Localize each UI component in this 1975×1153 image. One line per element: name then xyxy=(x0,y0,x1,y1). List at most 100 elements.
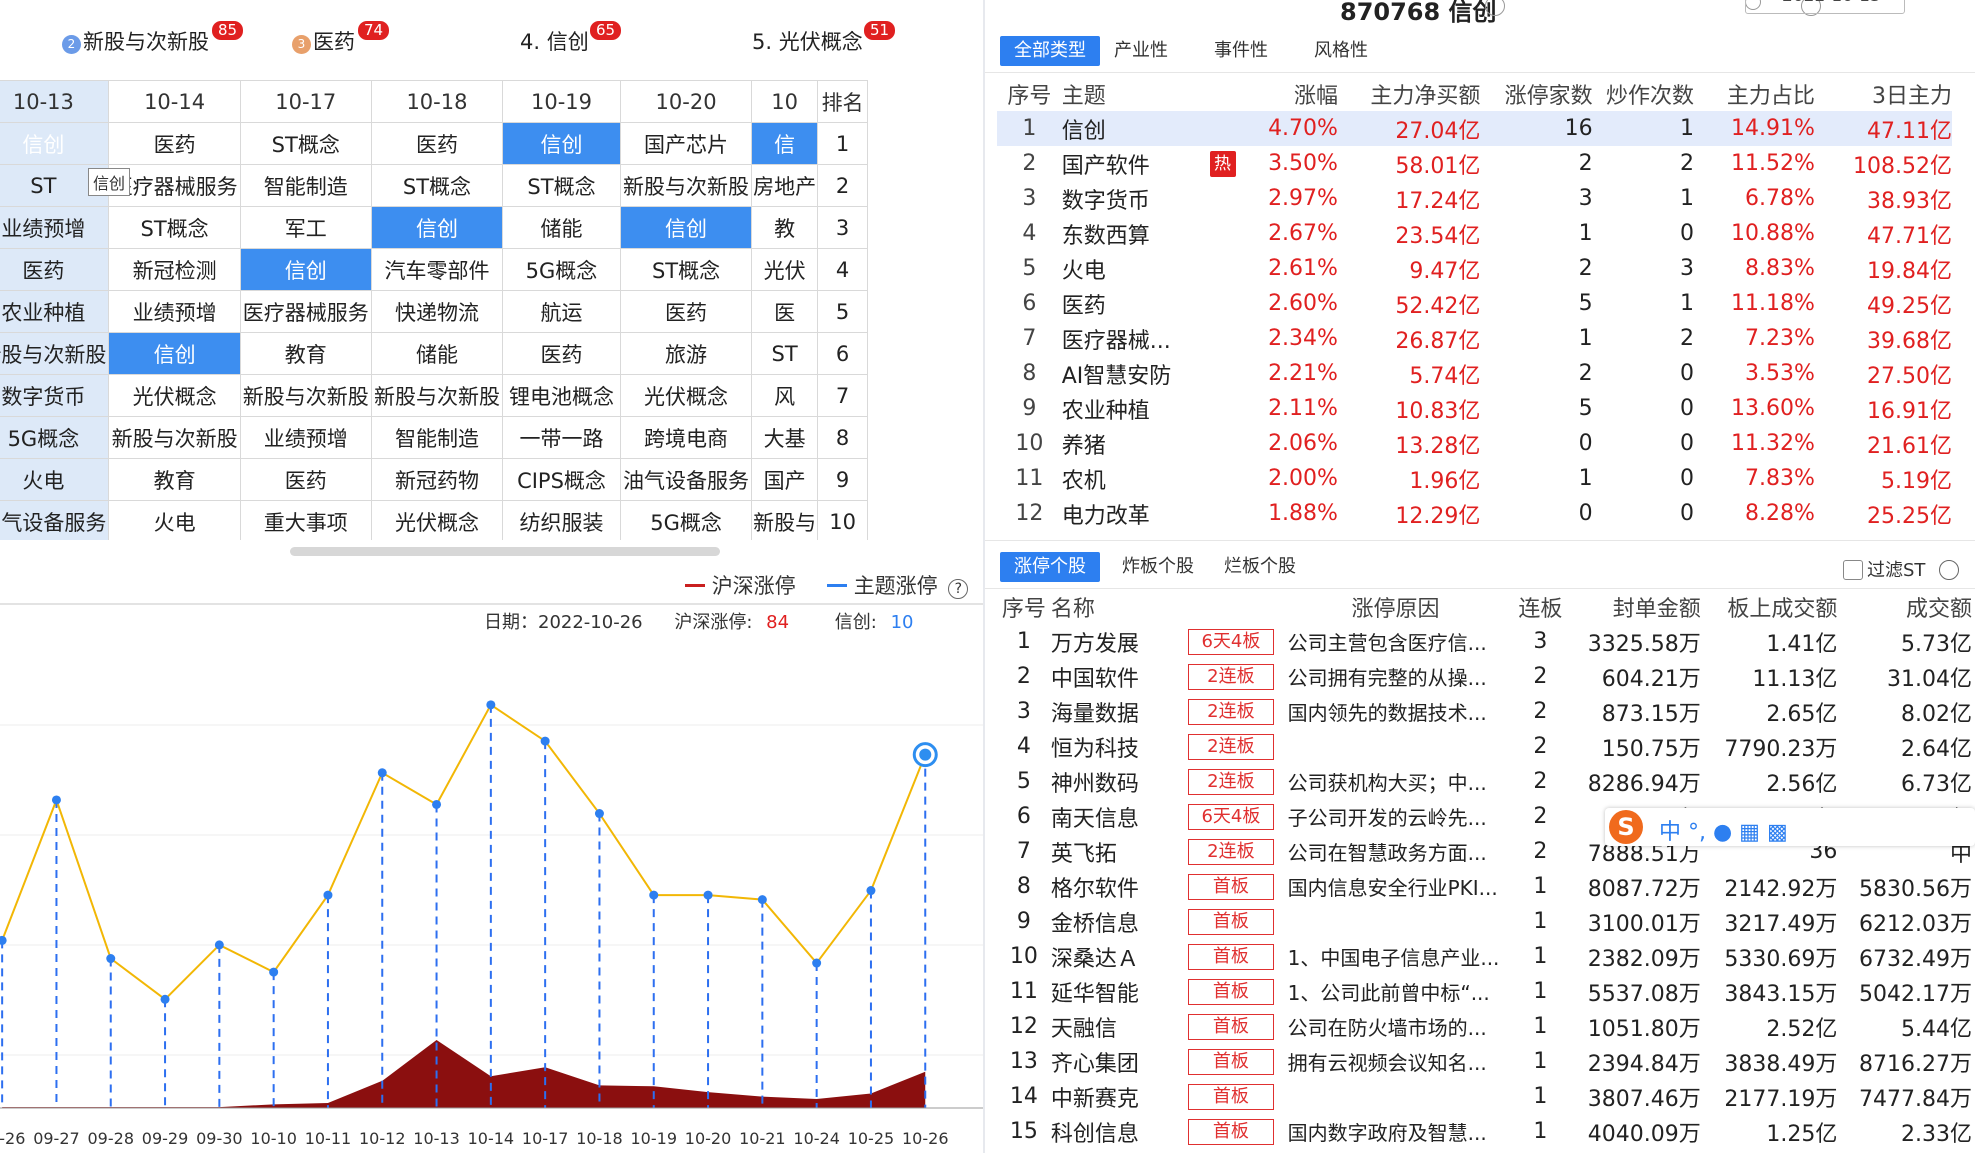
tab-industry[interactable]: 产业性 xyxy=(1100,36,1182,66)
table-row[interactable]: 6 医药 2.60% 52.42亿 5 1 11.18% 49.25亿 xyxy=(997,286,1952,321)
theme-cell[interactable]: 旅游 xyxy=(619,332,753,375)
data-point[interactable] xyxy=(757,895,767,905)
table-row[interactable]: 5 火电 2.61% 9.47亿 2 3 8.83% 19.84亿 xyxy=(997,251,1952,286)
theme-cell[interactable]: 5G概念 xyxy=(502,248,621,291)
theme-cell[interactable]: 国产芯片 xyxy=(619,122,753,165)
theme-cell[interactable]: 火电 xyxy=(0,458,110,501)
data-point[interactable] xyxy=(214,940,224,950)
help-icon[interactable] xyxy=(1939,560,1960,580)
theme-cell[interactable]: ST概念 xyxy=(502,164,621,207)
theme-cell[interactable]: 业绩预增 xyxy=(0,206,110,249)
tab-limit-up[interactable]: 涨停个股 xyxy=(1000,552,1100,582)
data-point[interactable] xyxy=(269,967,279,977)
theme-cell[interactable]: 纺织服装 xyxy=(502,500,621,540)
theme-cell[interactable]: 教育 xyxy=(108,458,241,501)
theme-cell[interactable]: 军工 xyxy=(239,206,372,249)
theme-cell[interactable]: 油气设备服务 xyxy=(619,458,753,501)
data-point[interactable] xyxy=(649,890,659,900)
theme-cell[interactable]: 医药 xyxy=(619,290,753,333)
theme-cell[interactable]: 信创 xyxy=(619,206,753,249)
theme-cell[interactable]: 智能制造 xyxy=(239,164,372,207)
data-point[interactable] xyxy=(377,768,387,778)
column-header[interactable]: 连板 xyxy=(1509,589,1571,624)
theme-cell[interactable]: 储能 xyxy=(502,206,621,249)
table-row[interactable]: 3 数字货币 2.97% 17.24亿 3 1 6.78% 38.93亿 xyxy=(997,181,1952,216)
table-row[interactable]: 8 AI智慧安防 2.21% 5.74亿 2 0 3.53% 27.50亿 xyxy=(997,356,1952,391)
data-point[interactable] xyxy=(540,736,550,746)
table-row[interactable]: 14 中新赛克 首板 1 3807.46万 2177.19万 7477.84万 xyxy=(997,1079,1972,1114)
table-row[interactable]: 5 神州数码 2连板 公司获机构大买；中... 2 8286.94万 2.56亿 6.73亿 xyxy=(997,764,1972,799)
date-header[interactable]: 10-20 xyxy=(619,80,753,123)
theme-cell[interactable]: 房地产 xyxy=(751,164,819,207)
table-row[interactable]: 12 电力改革 1.88% 12.29亿 0 0 8.28% 25.25亿 xyxy=(997,496,1952,531)
tab-event[interactable]: 事件性 xyxy=(1200,36,1282,66)
table-row[interactable]: 2 国产软件 热 3.50% 58.01亿 2 2 11.52% 108.52亿 xyxy=(997,146,1952,181)
ime-mode-icon[interactable]: 中 °, ● ▦ ▩ xyxy=(1659,814,1788,846)
theme-cell[interactable]: 新股与次新股 xyxy=(108,416,241,459)
theme-cell[interactable]: 医 xyxy=(751,290,819,333)
column-header[interactable]: 涨停家数 xyxy=(1480,76,1593,111)
theme-cell[interactable]: 医药 xyxy=(502,332,621,375)
data-point[interactable] xyxy=(486,700,496,710)
date-header[interactable]: 10-19 xyxy=(502,80,621,123)
theme-cell[interactable]: 数字货币 xyxy=(0,374,110,417)
data-point[interactable] xyxy=(432,799,442,809)
theme-cell[interactable]: 业绩预增 xyxy=(108,290,241,333)
theme-cell[interactable]: 教育 xyxy=(239,332,372,375)
data-point[interactable] xyxy=(323,890,333,900)
tab-all-types[interactable]: 全部类型 xyxy=(1000,36,1100,66)
top-tab-5[interactable]: 5. 光伏概念 51 xyxy=(752,21,896,74)
theme-cell[interactable]: 新股与次新股 xyxy=(239,374,372,417)
horizontal-scrollbar[interactable] xyxy=(290,547,720,556)
column-header[interactable]: 涨幅 xyxy=(1245,76,1338,111)
theme-cell[interactable]: 国产 xyxy=(751,458,819,501)
theme-cell[interactable]: 新冠药物 xyxy=(370,458,504,501)
theme-cell[interactable]: 新股与次新股 xyxy=(370,374,504,417)
top-tab-4[interactable]: 4. 信创 65 xyxy=(520,21,622,74)
theme-cell[interactable]: 新冠检测 xyxy=(108,248,241,291)
date-header[interactable]: 10 xyxy=(751,80,819,123)
date-header[interactable]: 10-17 xyxy=(239,80,372,123)
theme-cell[interactable]: 业绩预增 xyxy=(239,416,372,459)
date-picker[interactable]: 2022-10-13 xyxy=(1745,0,1905,14)
theme-cell[interactable]: 跨境电商 xyxy=(619,416,753,459)
theme-cell[interactable]: 油气设备服务 xyxy=(0,500,110,540)
table-row[interactable]: 1 万方发展 6天4板 公司主营包含医疗信... 3 3325.58万 1.41亿 5.73亿 xyxy=(997,624,1972,659)
date-header[interactable]: 10-13 xyxy=(0,80,110,123)
column-header[interactable]: 主力占比 xyxy=(1694,76,1815,111)
table-row[interactable]: 11 延华智能 首板 1、公司此前曾中标“... 1 5537.08万 3843.15万 50… xyxy=(997,974,1972,1009)
table-row[interactable]: 4 恒为科技 2连板 2 150.75万 7790.23万 2.64亿 xyxy=(997,729,1972,764)
theme-cell[interactable]: 信创 xyxy=(0,122,110,165)
column-header[interactable]: 序号 xyxy=(997,589,1051,624)
theme-cell[interactable]: 火电 xyxy=(108,500,241,540)
theme-cell[interactable]: 5G概念 xyxy=(619,500,753,540)
theme-cell[interactable]: 航运 xyxy=(502,290,621,333)
filter-st[interactable]: 过滤ST xyxy=(1843,556,1960,582)
theme-cell[interactable]: 快递物流 xyxy=(370,290,504,333)
column-header[interactable]: 3日主力 xyxy=(1815,76,1952,111)
column-header[interactable]: 封单金额 xyxy=(1571,589,1701,624)
data-point[interactable] xyxy=(160,994,170,1004)
theme-cell[interactable]: 新股与 xyxy=(751,500,819,540)
theme-cell[interactable]: 重大事项 xyxy=(239,500,372,540)
theme-cell[interactable]: 医疗器械服务 xyxy=(239,290,372,333)
table-row[interactable]: 15 科创信息 首板 国内数字政府及智慧... 1 4040.09万 1.25亿 2.33亿 xyxy=(997,1114,1972,1149)
theme-cell[interactable]: ST概念 xyxy=(370,164,504,207)
theme-cell[interactable]: 新股与次新股 xyxy=(619,164,753,207)
table-row[interactable]: 3 海量数据 2连板 国内领先的数据技术... 2 873.15万 2.65亿 8.02亿 xyxy=(997,694,1972,729)
theme-cell[interactable]: 医药 xyxy=(370,122,504,165)
column-header[interactable] xyxy=(1180,589,1281,624)
theme-cell[interactable]: 一带一路 xyxy=(502,416,621,459)
column-header[interactable]: 炒作次数 xyxy=(1593,76,1694,111)
theme-cell[interactable]: 智能制造 xyxy=(370,416,504,459)
theme-cell[interactable]: 农业种植 xyxy=(0,290,110,333)
theme-cell[interactable]: 光伏概念 xyxy=(108,374,241,417)
table-row[interactable]: 9 金桥信息 首板 1 3100.01万 3217.49万 6212.03万 xyxy=(997,904,1972,939)
theme-cell[interactable]: 光伏概念 xyxy=(370,500,504,540)
theme-cell[interactable]: 新股与次新股 xyxy=(0,332,110,375)
column-header[interactable]: 主题 xyxy=(1062,76,1200,111)
checkbox-icon[interactable] xyxy=(1843,560,1863,580)
table-row[interactable]: 1 信创 4.70% 27.04亿 16 1 14.91% 47.11亿 xyxy=(997,111,1952,146)
help-icon[interactable]: ? xyxy=(948,579,969,599)
table-row[interactable]: 10 养猪 2.06% 13.28亿 0 0 11.32% 21.61亿 xyxy=(997,426,1952,461)
